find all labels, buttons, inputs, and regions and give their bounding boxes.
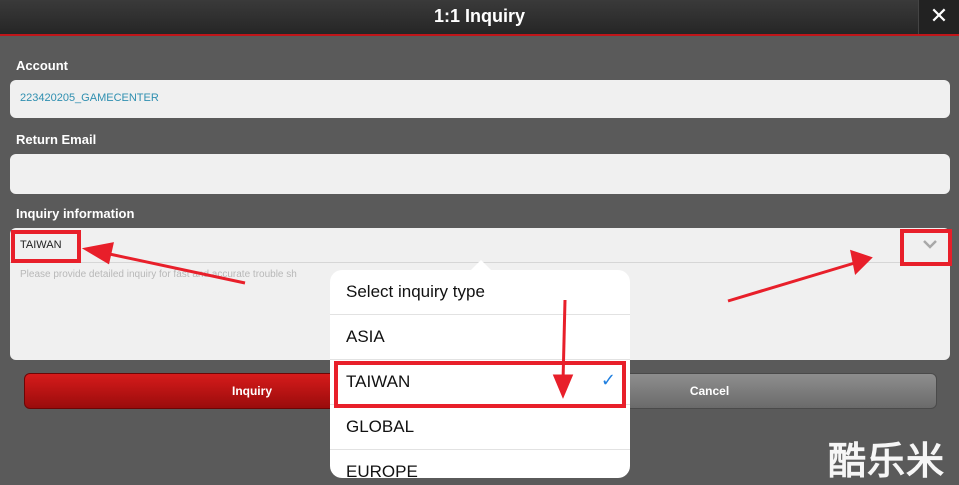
watermark-logo: 酷乐米 — [828, 439, 946, 483]
arrow-to-chevron — [727, 260, 859, 303]
annotation-arrows — [81, 242, 873, 399]
arrow-to-selected-type — [99, 250, 246, 285]
arrow-to-taiwan — [561, 299, 567, 383]
arrow-head-left — [81, 242, 114, 265]
arrow-head-right — [850, 249, 873, 276]
arrow-head-down — [552, 374, 574, 399]
